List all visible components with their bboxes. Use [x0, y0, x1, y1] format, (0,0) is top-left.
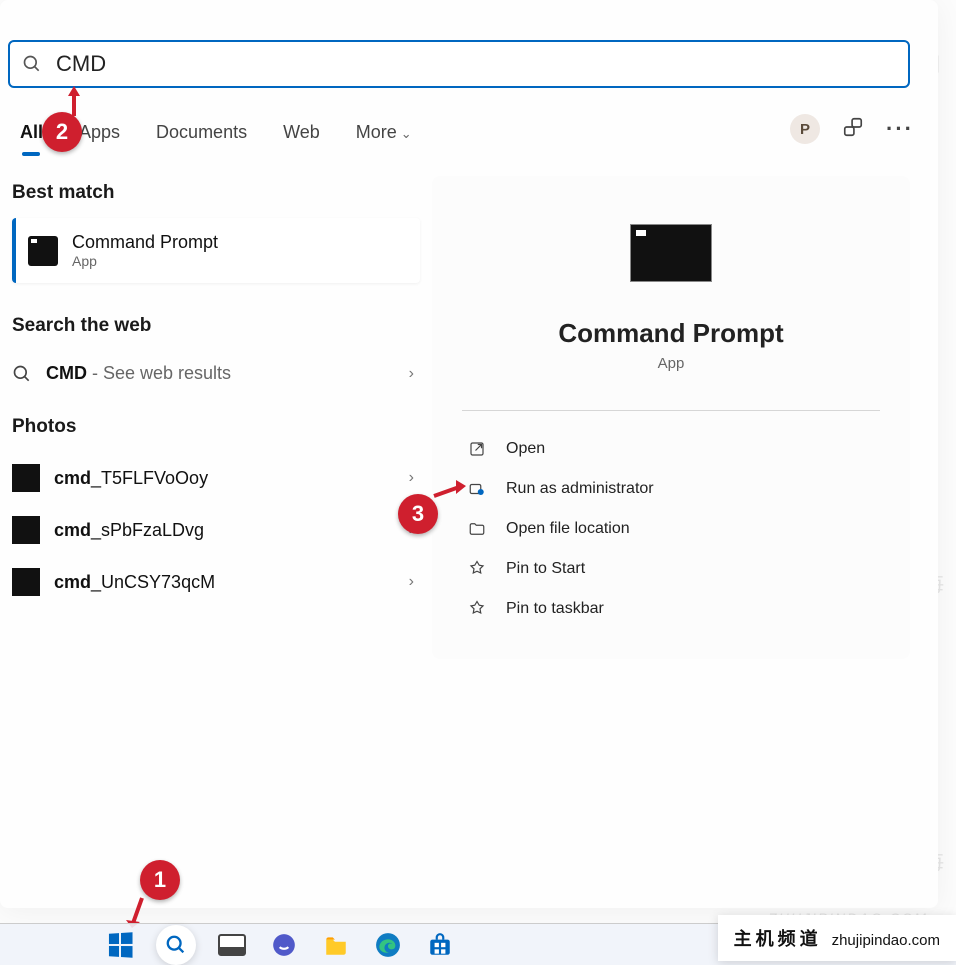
tab-documents[interactable]: Documents	[154, 116, 249, 149]
section-photos: Photos	[12, 410, 420, 452]
preview-column: Command Prompt App Open Run as administr…	[432, 176, 910, 659]
windows-search-window: All Apps Documents Web More⌄ P ··· Best …	[0, 0, 938, 908]
watermark-badge: 主机频道zhujipindao.com	[718, 915, 956, 961]
shield-admin-icon	[468, 480, 486, 498]
search-bar[interactable]	[8, 40, 910, 88]
preview-subtitle: App	[462, 355, 880, 372]
photo-thumbnail	[12, 516, 40, 544]
photo-thumbnail	[12, 568, 40, 596]
taskbar-search-button[interactable]	[156, 925, 196, 965]
folder-icon	[468, 520, 486, 538]
annotation-arrow-3	[432, 478, 468, 504]
photo-item[interactable]: cmd_sPbFzaLDvg ›	[12, 504, 420, 556]
more-options-icon[interactable]: ···	[886, 116, 914, 142]
tab-web[interactable]: Web	[281, 116, 322, 149]
command-prompt-icon	[28, 236, 58, 266]
active-tab-indicator	[22, 152, 40, 156]
annotation-badge-1: 1	[140, 860, 180, 900]
section-best-match: Best match	[12, 176, 420, 218]
photo-item[interactable]: cmd_UnCSY73qcM ›	[12, 556, 420, 608]
photo-item[interactable]: cmd_T5FLFVoOoy ›	[12, 452, 420, 504]
chevron-right-icon: ›	[409, 365, 420, 383]
annotation-badge-2: 2	[42, 112, 82, 152]
pin-icon	[468, 600, 486, 618]
tab-apps[interactable]: Apps	[77, 116, 122, 149]
share-icon[interactable]	[842, 116, 864, 143]
tab-more[interactable]: More⌄	[354, 116, 414, 149]
start-button[interactable]	[104, 929, 136, 961]
chevron-right-icon: ›	[409, 573, 420, 591]
search-input[interactable]	[56, 51, 896, 77]
section-search-web: Search the web	[12, 309, 420, 351]
pin-icon	[468, 560, 486, 578]
user-avatar[interactable]: P	[790, 114, 820, 144]
web-result-item[interactable]: CMD - See web results ›	[12, 351, 420, 396]
search-icon	[22, 54, 42, 74]
action-pin-to-start[interactable]: Pin to Start	[462, 549, 880, 589]
preview-app-icon	[630, 224, 712, 282]
photo-thumbnail	[12, 464, 40, 492]
chat-icon[interactable]	[268, 929, 300, 961]
edge-browser-icon[interactable]	[372, 929, 404, 961]
tab-all[interactable]: All	[18, 116, 45, 149]
best-match-title: Command Prompt	[72, 232, 218, 253]
chevron-right-icon: ›	[409, 469, 420, 487]
open-icon	[468, 440, 486, 458]
search-icon	[12, 364, 32, 384]
divider	[462, 410, 880, 411]
task-view-icon[interactable]	[216, 929, 248, 961]
header-icons: P ···	[790, 114, 914, 144]
annotation-arrow-2	[62, 84, 88, 118]
action-open[interactable]: Open	[462, 429, 880, 469]
action-pin-to-taskbar[interactable]: Pin to taskbar	[462, 589, 880, 629]
file-explorer-icon[interactable]	[320, 929, 352, 961]
microsoft-store-icon[interactable]	[424, 929, 456, 961]
best-match-item[interactable]: Command Prompt App	[12, 218, 420, 283]
action-run-as-administrator[interactable]: Run as administrator	[462, 469, 880, 509]
best-match-subtitle: App	[72, 253, 218, 269]
action-open-file-location[interactable]: Open file location	[462, 509, 880, 549]
preview-title: Command Prompt	[462, 318, 880, 349]
results-column: Best match Command Prompt App Search the…	[12, 176, 420, 608]
